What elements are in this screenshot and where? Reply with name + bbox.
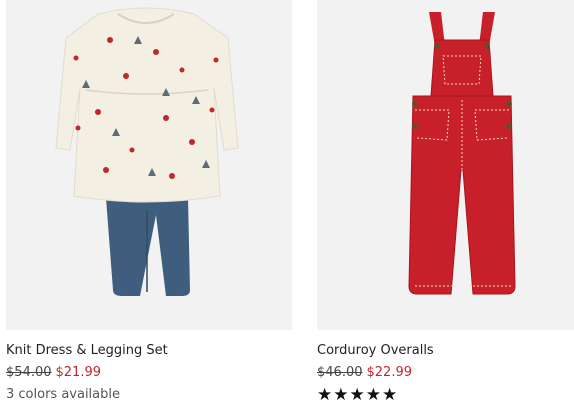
colors-available: 3 colors available [6, 387, 120, 402]
dress-legging-set-image [55, 7, 239, 296]
product-title[interactable]: Knit Dress & Legging Set [6, 342, 292, 360]
star-rating[interactable]: ★★★★★ [317, 386, 574, 404]
product-image-knit-dress-legging-set[interactable] [6, 0, 292, 330]
original-price: $46.00 [317, 365, 363, 380]
sale-price: $21.99 [55, 365, 102, 380]
price-row: $46.00 $22.99 [317, 364, 574, 382]
product-image-corduroy-overalls[interactable] [317, 0, 574, 330]
product-card-corduroy-overalls[interactable]: Corduroy Overalls $46.00 $22.99 ★★★★★ [317, 0, 574, 404]
corduroy-overalls-image [408, 12, 516, 295]
product-card-knit-dress-legging-set[interactable]: Knit Dress & Legging Set $54.00 $21.99 3 … [6, 0, 292, 404]
original-price: $54.00 [6, 365, 52, 380]
product-title[interactable]: Corduroy Overalls [317, 342, 574, 360]
price-row: $54.00 $21.99 [6, 364, 292, 382]
sale-price: $22.99 [366, 365, 413, 380]
